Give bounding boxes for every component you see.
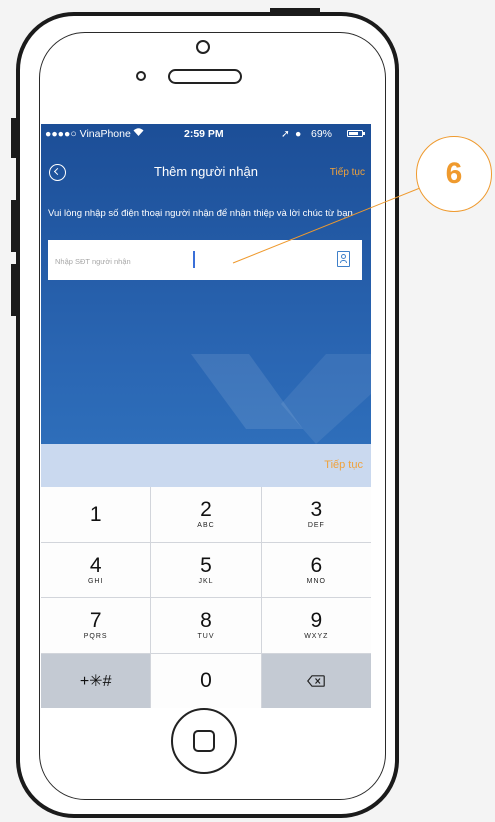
callout-leader-line <box>232 185 426 264</box>
callout-number-badge: 6 <box>416 136 492 212</box>
